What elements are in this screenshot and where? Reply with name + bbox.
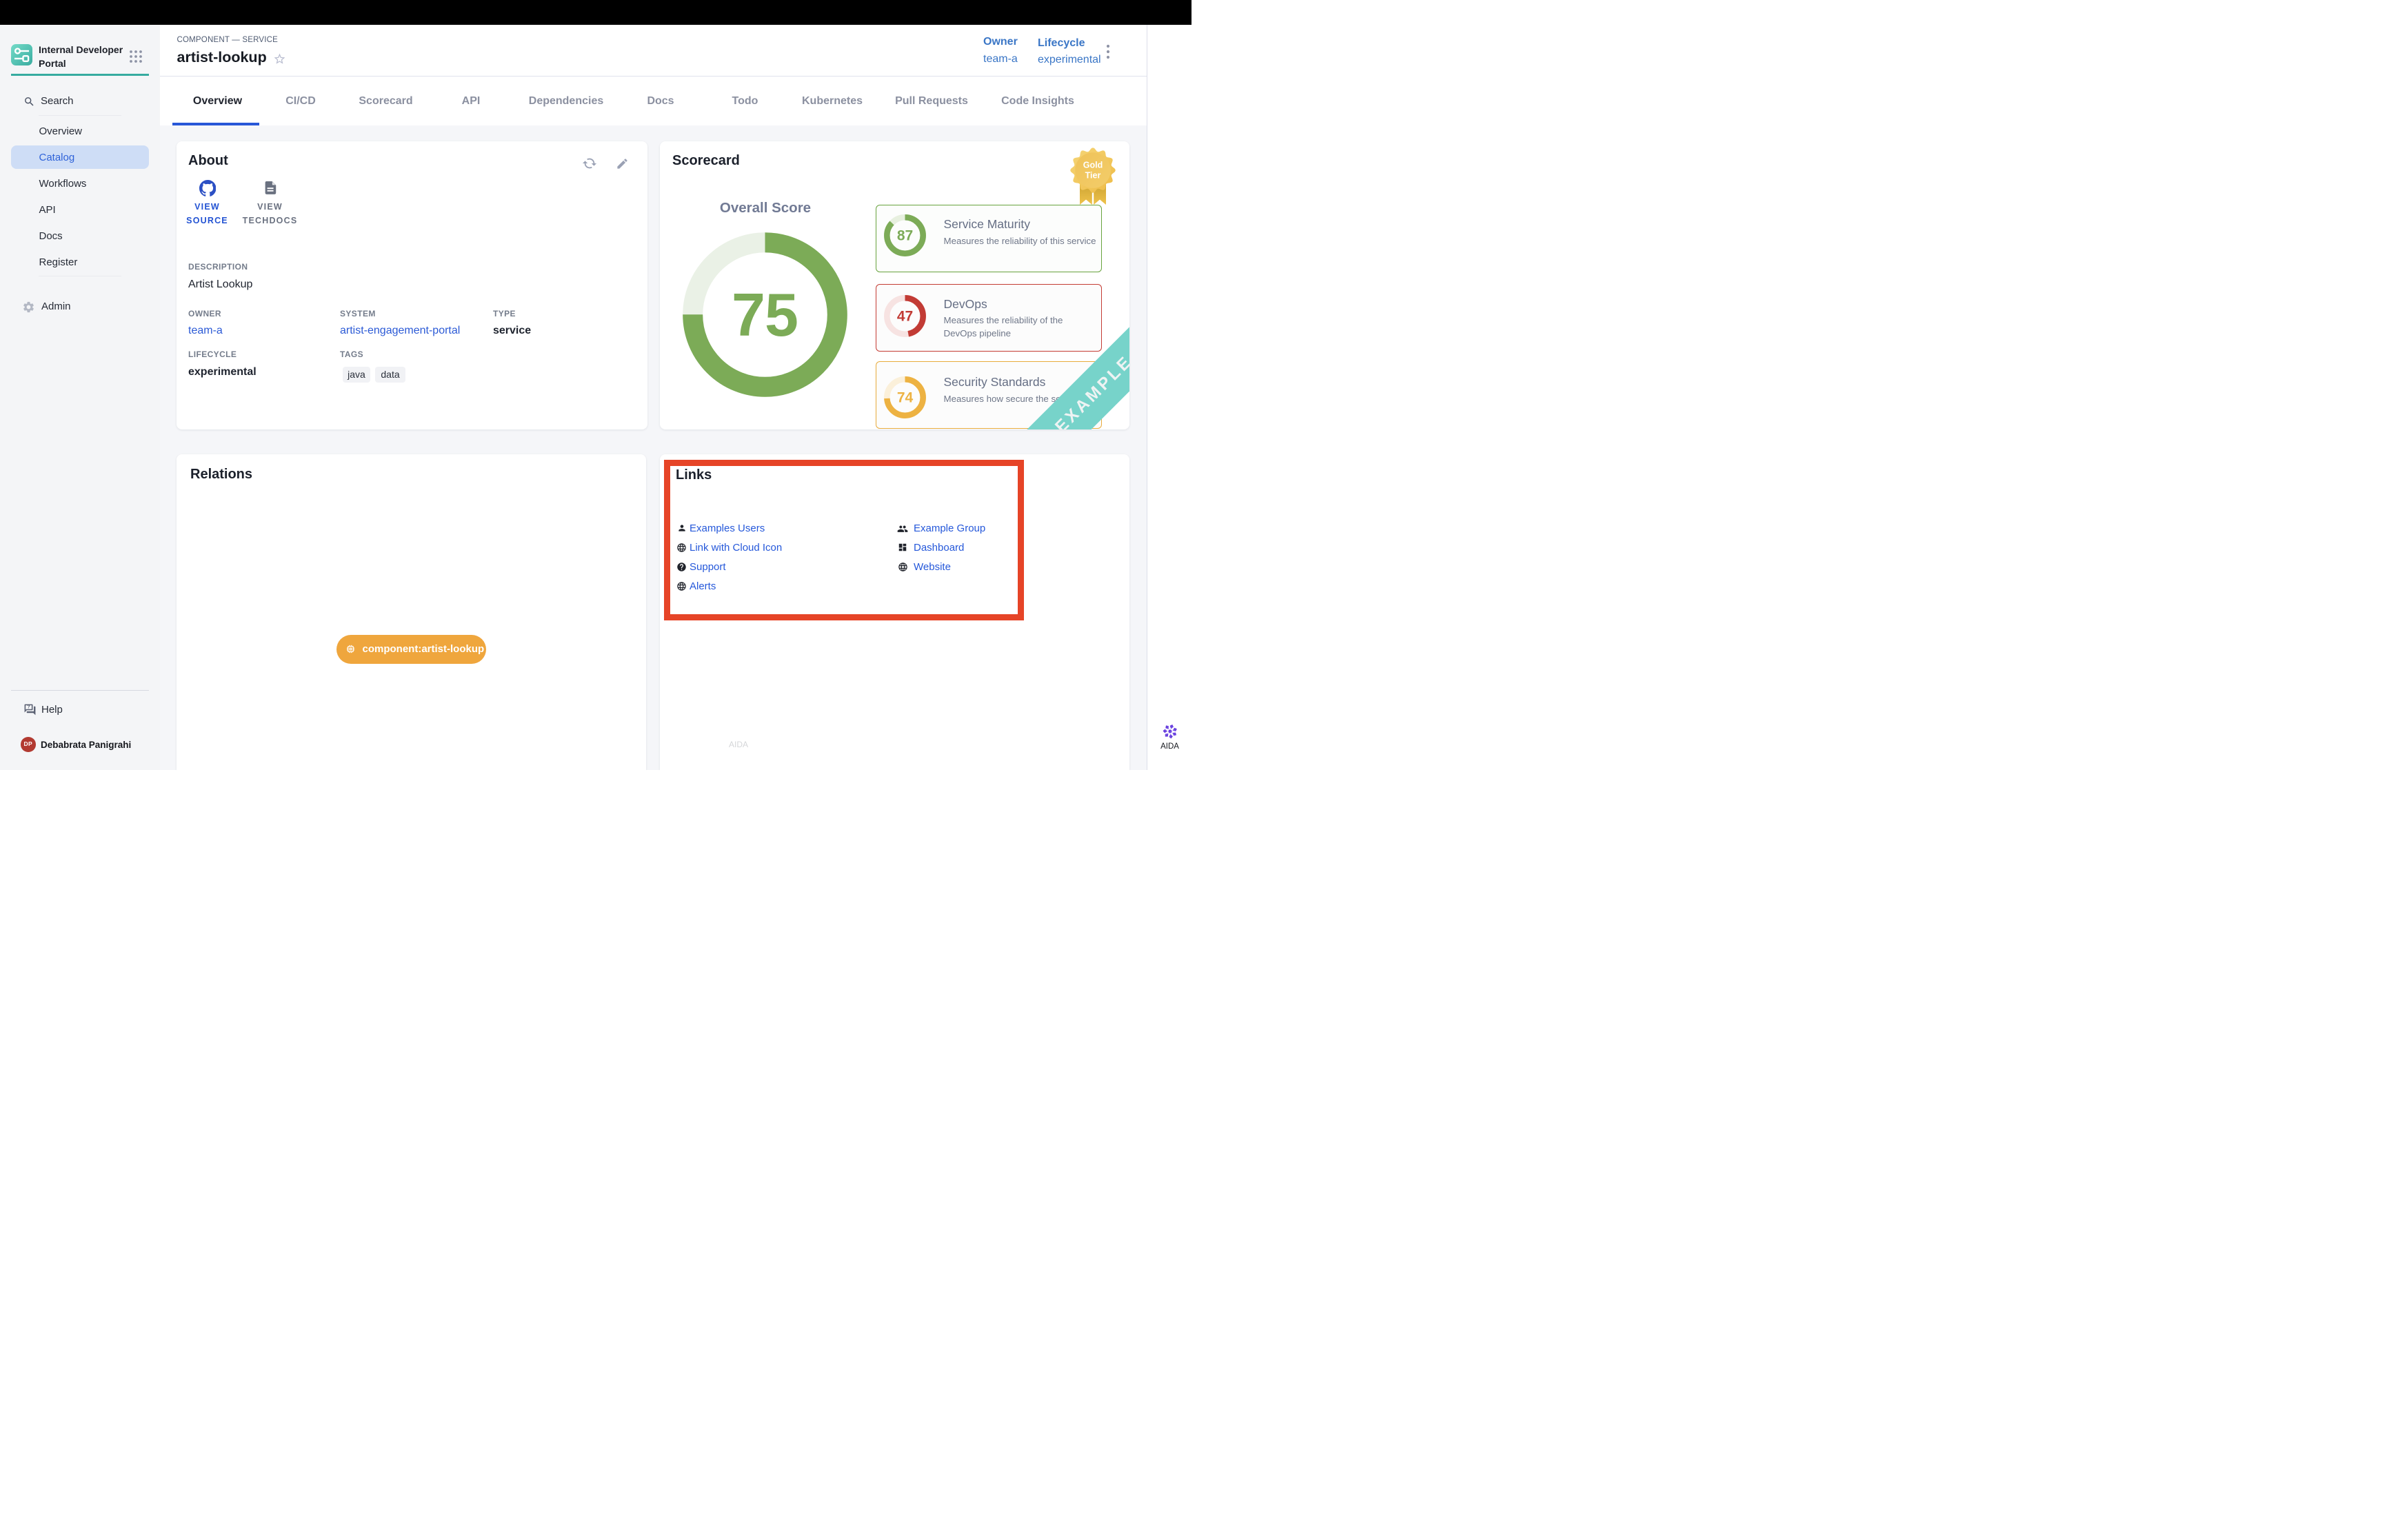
- svg-text:74: 74: [897, 389, 914, 405]
- svg-text:Gold: Gold: [1083, 161, 1102, 170]
- svg-text:87: 87: [897, 227, 913, 243]
- svg-text:?: ?: [27, 704, 30, 709]
- svg-text:Tier: Tier: [1085, 171, 1100, 181]
- svg-text:47: 47: [897, 308, 913, 324]
